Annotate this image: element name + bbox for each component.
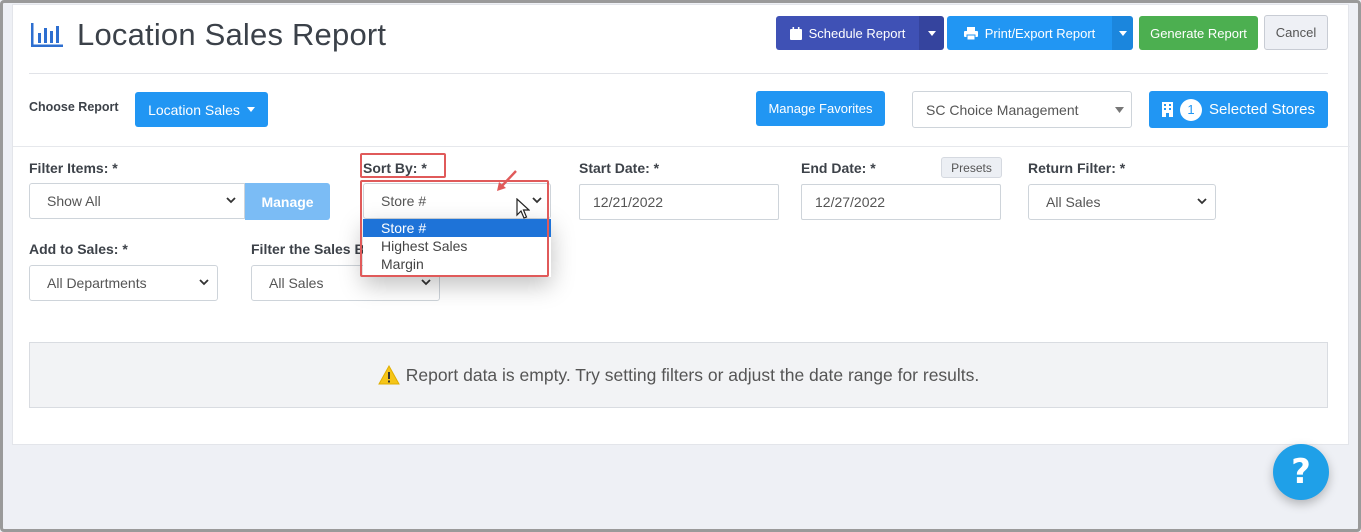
mouse-cursor-icon [516, 198, 530, 219]
chevron-down-icon [226, 197, 236, 204]
report-select-button[interactable]: Location Sales [135, 92, 268, 127]
cancel-button[interactable]: Cancel [1264, 15, 1328, 50]
header-divider [29, 73, 1328, 74]
sort-option-highest-sales[interactable]: Highest Sales [363, 237, 551, 255]
help-question-icon: ? [1291, 452, 1311, 492]
generate-report-button[interactable]: Generate Report [1139, 16, 1258, 50]
print-export-button[interactable]: Print/Export Report [947, 16, 1112, 50]
print-export-dropdown-toggle[interactable] [1112, 16, 1133, 50]
selected-stores-button[interactable]: 1 Selected Stores [1149, 91, 1328, 128]
selected-stores-count-badge: 1 [1180, 98, 1203, 121]
warning-icon [377, 365, 400, 385]
bar-chart-icon [31, 23, 63, 47]
choose-report-label: Choose Report [29, 100, 119, 114]
annotation-arrow-icon [497, 170, 517, 191]
sort-option-store[interactable]: Store # [363, 219, 551, 237]
chevron-down-icon [1197, 198, 1207, 205]
sort-by-label: Sort By: * [363, 160, 427, 176]
manage-favorites-button[interactable]: Manage Favorites [756, 91, 885, 126]
start-date-input[interactable]: 12/21/2022 [579, 184, 779, 220]
sort-option-margin[interactable]: Margin [363, 255, 551, 273]
manage-filter-items-button[interactable]: Manage [245, 183, 330, 220]
caret-down-icon [1118, 30, 1127, 36]
calendar-icon [789, 26, 802, 40]
return-filter-label: Return Filter: * [1028, 160, 1126, 176]
caret-down-icon [927, 30, 936, 36]
start-date-label: Start Date: * [579, 160, 660, 176]
toolbar-divider [13, 146, 1350, 147]
filter-items-select[interactable]: Show All [29, 183, 245, 219]
filter-items-label: Filter Items: * [29, 160, 118, 176]
page-title: Location Sales Report [77, 17, 387, 52]
end-date-input[interactable]: 12/27/2022 [801, 184, 1001, 220]
help-button[interactable]: ? [1273, 444, 1329, 500]
return-filter-select[interactable]: All Sales [1028, 184, 1216, 220]
report-panel: Location Sales Report Schedule Report Pr… [12, 4, 1350, 445]
end-date-label: End Date: * [801, 160, 876, 176]
chevron-down-icon [199, 279, 209, 286]
chevron-down-icon [532, 197, 542, 204]
presets-button[interactable]: Presets [941, 157, 1002, 178]
add-to-sales-label: Add to Sales: * [29, 241, 128, 257]
building-icon [1162, 102, 1174, 117]
filter-sales-label: Filter the Sales B [251, 241, 365, 257]
caret-down-icon [246, 107, 255, 112]
empty-report-message: Report data is empty. Try setting filter… [29, 342, 1328, 408]
schedule-report-dropdown-toggle[interactable] [919, 16, 944, 50]
chevron-down-icon [421, 279, 431, 286]
printer-icon [963, 26, 978, 40]
add-to-sales-select[interactable]: All Departments [29, 265, 218, 301]
sort-by-options-list: Store # Highest Sales Margin [363, 219, 551, 277]
company-select[interactable]: SC Choice Management [912, 91, 1132, 128]
schedule-report-button[interactable]: Schedule Report [776, 16, 919, 50]
triangle-down-icon [1115, 107, 1124, 113]
